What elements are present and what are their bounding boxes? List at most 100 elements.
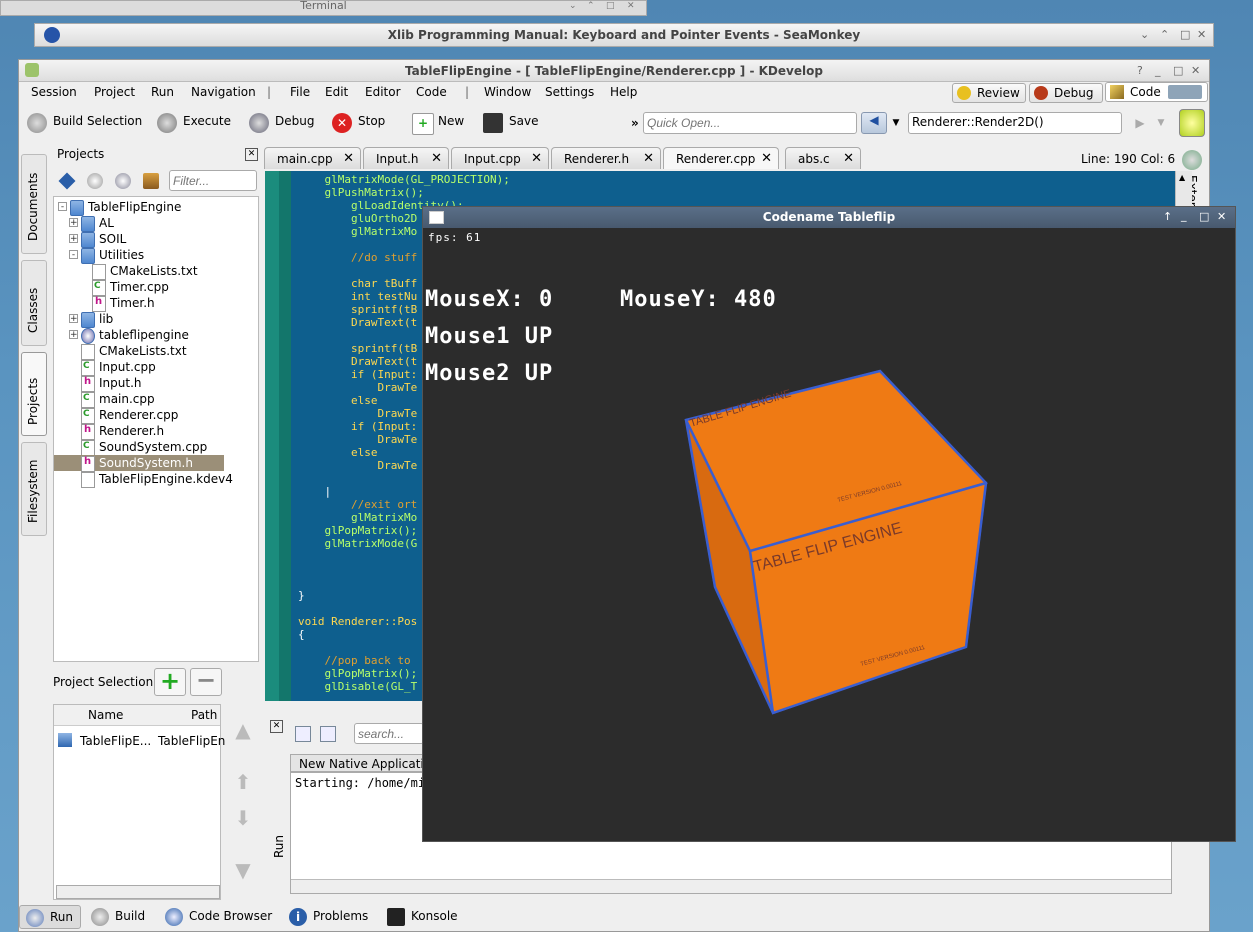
tab-filesystem[interactable]: Filesystem [21, 442, 47, 536]
tree-item[interactable]: Renderer.cpp [54, 407, 254, 424]
area-options-icon[interactable] [1168, 85, 1202, 99]
table-row[interactable]: TableFlipE... TableFlipEn [58, 733, 225, 749]
tab-classes[interactable]: Classes [21, 260, 47, 346]
menu-code[interactable]: Code [416, 85, 447, 99]
close-icon[interactable]: ✕ [1191, 64, 1200, 77]
collapse-icon[interactable]: - [69, 250, 78, 260]
close-tab-icon[interactable]: ✕ [431, 151, 442, 166]
forward-arrow-icon[interactable]: ▶ [1127, 112, 1153, 134]
tree-item[interactable]: + AL [54, 215, 254, 232]
move-up-icon[interactable]: ⬆ [229, 770, 257, 798]
maximize-icon[interactable]: □ [1173, 64, 1183, 77]
expand-icon[interactable]: + [69, 234, 78, 244]
output-search-input[interactable] [354, 723, 424, 744]
close-tab-icon[interactable]: ✕ [843, 151, 854, 166]
tree-item[interactable]: SoundSystem.h [54, 455, 224, 472]
help-icon[interactable]: ? [1137, 64, 1143, 77]
tab-input-cpp[interactable]: Input.cpp ✕ [451, 147, 549, 169]
restore-icon[interactable]: ⌃ [587, 1, 595, 11]
tree-item[interactable]: + SOIL [54, 231, 254, 248]
menu-edit[interactable]: Edit [325, 85, 348, 99]
menu-navigation[interactable]: Navigation [191, 85, 256, 99]
copy-icon[interactable] [320, 726, 336, 742]
area-code-button[interactable]: Code [1105, 82, 1208, 102]
build-gear-icon[interactable] [87, 173, 103, 189]
chevron-down-icon[interactable]: ▼ [1155, 112, 1167, 134]
clean-broom-icon[interactable] [143, 173, 159, 189]
debug-button[interactable]: Debug [249, 113, 314, 136]
add-project-button[interactable]: + [154, 668, 186, 696]
game-window[interactable]: Codename Tableflip ↑ _ □ ✕ fps: 61 Mouse… [422, 206, 1236, 842]
tree-item[interactable]: TableFlipEngine.kdev4 [54, 471, 254, 488]
close-icon[interactable]: ✕ [627, 1, 635, 11]
tree-item[interactable]: Timer.cpp [54, 279, 254, 296]
context-browser-field[interactable]: Renderer::Render2D() [908, 112, 1122, 134]
minimize-icon[interactable]: _ [1181, 209, 1187, 222]
close-panel-icon[interactable]: ✕ [245, 148, 258, 161]
horizontal-scrollbar[interactable] [56, 885, 220, 899]
execute-button[interactable]: Execute [157, 113, 231, 136]
tree-item[interactable]: CMakeLists.txt [54, 263, 254, 280]
expand-icon[interactable]: + [69, 314, 78, 324]
column-name[interactable]: Name [88, 708, 123, 722]
maximize-icon[interactable]: □ [606, 1, 615, 11]
restore-icon[interactable]: ⌃ [1160, 28, 1169, 41]
seamonkey-window-bar[interactable]: Xlib Programming Manual: Keyboard and Po… [34, 23, 1214, 47]
move-down-icon[interactable]: ⬇ [229, 806, 257, 834]
close-icon[interactable]: ✕ [1217, 210, 1226, 223]
lightbulb-icon[interactable] [1179, 109, 1205, 137]
menu-session[interactable]: Session [31, 85, 77, 99]
game-titlebar[interactable]: Codename Tableflip ↑ _ □ ✕ [423, 207, 1235, 228]
install-gear-icon[interactable] [115, 173, 131, 189]
expand-icon[interactable]: + [69, 330, 78, 340]
tree-item[interactable]: + tableflipengine [54, 327, 254, 344]
stop-button[interactable]: ✕ Stop [332, 113, 385, 136]
menu-help[interactable]: Help [610, 85, 637, 99]
tree-item[interactable]: Timer.h [54, 295, 254, 312]
minimize-icon[interactable]: ⌄ [569, 1, 577, 11]
filter-icon[interactable] [295, 726, 311, 742]
tool-konsole-button[interactable]: Konsole [381, 905, 458, 929]
tool-code-browser-button[interactable]: Code Browser [159, 905, 272, 929]
menu-window[interactable]: Window [484, 85, 531, 99]
minimize-icon[interactable]: ⌄ [1140, 28, 1149, 41]
tab-main-cpp[interactable]: main.cpp ✕ [264, 147, 361, 169]
quick-open-input[interactable] [643, 112, 857, 134]
close-tab-icon[interactable]: ✕ [531, 151, 542, 166]
tab-documents[interactable]: Documents [21, 154, 47, 254]
close-icon[interactable]: ✕ [1197, 28, 1206, 41]
move-bottom-icon[interactable]: ▼ [229, 858, 257, 886]
tab-input-h[interactable]: Input.h ✕ [363, 147, 449, 169]
tab-renderer-cpp[interactable]: Renderer.cpp ✕ [663, 147, 779, 169]
remove-project-button[interactable]: − [190, 668, 222, 696]
new-button[interactable]: + New [412, 113, 464, 136]
locate-icon[interactable] [58, 172, 76, 190]
toolbar-overflow-icon[interactable]: » [631, 116, 639, 130]
build-selection-button[interactable]: Build Selection [27, 113, 142, 136]
maximize-icon[interactable]: □ [1180, 28, 1190, 41]
tool-build-button[interactable]: Build [85, 905, 145, 929]
menu-settings[interactable]: Settings [545, 85, 594, 99]
tree-item[interactable]: CMakeLists.txt [54, 343, 254, 360]
close-tab-icon[interactable]: ✕ [643, 151, 654, 166]
tree-item[interactable]: main.cpp [54, 391, 254, 408]
horizontal-scrollbar[interactable] [291, 879, 1171, 893]
close-tab-icon[interactable]: ✕ [761, 151, 772, 166]
tree-item[interactable]: SoundSystem.cpp [54, 439, 254, 456]
tab-projects[interactable]: Projects [21, 352, 47, 436]
maximize-icon[interactable]: □ [1199, 210, 1209, 223]
terminal-window-bar[interactable]: Terminal ⌄ ⌃ □ ✕ [0, 0, 647, 16]
tool-problems-button[interactable]: i Problems [283, 905, 368, 929]
tree-item[interactable]: - TableFlipEngine [54, 199, 254, 216]
scroll-up-icon[interactable]: ▲ [1179, 173, 1185, 182]
tree-item[interactable]: - Utilities [54, 247, 254, 264]
kdevelop-titlebar[interactable]: TableFlipEngine - [ TableFlipEngine/Rend… [19, 60, 1209, 82]
tree-item[interactable]: Input.cpp [54, 359, 254, 376]
tab-new-native-application[interactable]: New Native Application [290, 754, 430, 772]
area-debug-button[interactable]: Debug [1029, 83, 1103, 103]
save-button[interactable]: Save [483, 113, 538, 136]
menu-run[interactable]: Run [151, 85, 174, 99]
tree-item[interactable]: Renderer.h [54, 423, 254, 440]
menu-project[interactable]: Project [94, 85, 135, 99]
tab-renderer-h[interactable]: Renderer.h ✕ [551, 147, 661, 169]
